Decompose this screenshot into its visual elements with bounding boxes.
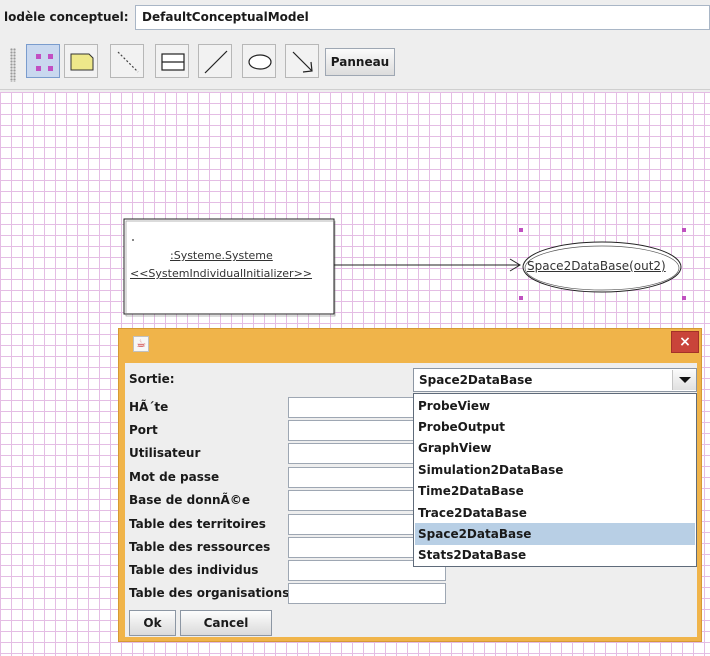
line-tool-icon[interactable] xyxy=(198,44,232,78)
dropdown-option[interactable]: Trace2DataBase xyxy=(415,502,695,524)
territories-table-label: Table des territoires xyxy=(129,517,266,531)
ellipse-label: Space2DataBase(out2) xyxy=(527,259,666,273)
dialog-body: Sortie: Space2DataBase HÃ´te Port Utilis… xyxy=(125,363,697,637)
dropdown-option[interactable]: Simulation2DataBase xyxy=(415,459,695,481)
dropdown-option[interactable]: ProbeOutput xyxy=(415,416,695,438)
model-name-bar: lodèle conceptuel: DefaultConceptualMode… xyxy=(0,0,710,38)
selection-handle-sw[interactable] xyxy=(519,296,523,300)
dropdown-option-selected[interactable]: Space2DataBase xyxy=(415,523,695,545)
selection-handle-nw[interactable] xyxy=(519,228,523,232)
resources-table-label: Table des ressources xyxy=(129,540,271,554)
arrow-tool-icon[interactable] xyxy=(285,44,319,78)
organisations-table-label: Table des organisations xyxy=(129,586,290,600)
dropdown-option[interactable]: GraphView xyxy=(415,437,695,459)
database-label: Base de donnÃ©e xyxy=(129,493,250,507)
host-label: HÃ´te xyxy=(129,400,169,414)
model-name-label: lodèle conceptuel: xyxy=(4,10,129,24)
class-stereotype: <<SystemIndividualInitializer>> xyxy=(130,267,313,280)
dialog-titlebar[interactable]: ☕ × xyxy=(119,329,701,359)
dropdown-option[interactable]: Stats2DataBase xyxy=(415,544,695,566)
organisations-table-field[interactable] xyxy=(288,583,446,604)
output-dropdown-list: ProbeView ProbeOutput GraphView Simulati… xyxy=(413,393,697,567)
user-label: Utilisateur xyxy=(129,446,201,460)
model-name-field[interactable]: DefaultConceptualModel xyxy=(135,5,710,30)
chevron-down-icon[interactable] xyxy=(672,370,696,390)
selection-handle-ne[interactable] xyxy=(682,228,686,232)
java-cup-icon: ☕ xyxy=(133,336,149,352)
class-name: :Systeme.Systeme xyxy=(170,249,273,262)
selection-tool-icon[interactable] xyxy=(26,44,60,78)
dropdown-option[interactable]: ProbeView xyxy=(415,395,695,417)
output-select[interactable]: Space2DataBase xyxy=(413,368,697,392)
port-label: Port xyxy=(129,423,158,437)
cancel-button[interactable]: Cancel xyxy=(180,610,272,636)
close-icon[interactable]: × xyxy=(671,331,699,353)
dotted-line-tool-icon[interactable] xyxy=(110,44,144,78)
note-tool-icon[interactable] xyxy=(64,44,98,78)
password-label: Mot de passe xyxy=(129,470,220,484)
panel-button[interactable]: Panneau xyxy=(325,48,395,76)
toolbar-grip-icon[interactable] xyxy=(10,48,16,82)
selection-handle-se[interactable] xyxy=(682,296,686,300)
ellipse-tool-icon[interactable] xyxy=(242,44,276,78)
dropdown-option[interactable]: Time2DataBase xyxy=(415,480,695,502)
individuals-table-label: Table des individus xyxy=(129,563,259,577)
output-select-value: Space2DataBase xyxy=(419,373,533,387)
output-dialog: ☕ × Sortie: Space2DataBase HÃ´te Port Ut… xyxy=(118,328,702,642)
class-box-dot xyxy=(132,239,134,241)
ok-button[interactable]: Ok xyxy=(129,610,176,636)
class-box-tool-icon[interactable] xyxy=(155,44,189,78)
output-label: Sortie: xyxy=(129,372,175,386)
